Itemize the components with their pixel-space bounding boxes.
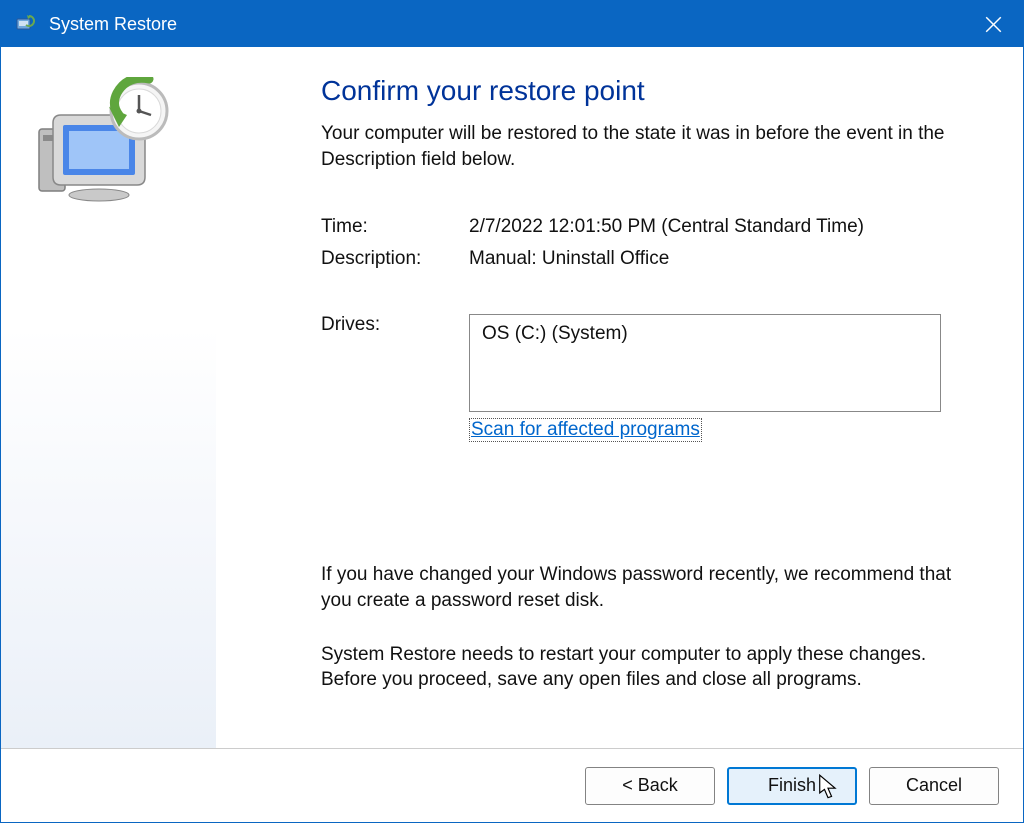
scan-affected-programs-link[interactable]: Scan for affected programs — [469, 418, 702, 442]
back-button[interactable]: < Back — [585, 767, 715, 805]
description-label: Description: — [321, 248, 469, 270]
scan-link-row: Scan for affected programs — [469, 418, 973, 442]
drive-item[interactable]: OS (C:) (System) — [482, 323, 928, 345]
close-button[interactable] — [963, 1, 1023, 47]
content-area: Confirm your restore point Your computer… — [1, 47, 1023, 748]
description-value: Manual: Uninstall Office — [469, 248, 973, 270]
drives-listbox[interactable]: OS (C:) (System) — [469, 314, 941, 412]
system-restore-graphic — [31, 77, 181, 207]
system-restore-icon — [13, 12, 37, 36]
cancel-button[interactable]: Cancel — [869, 767, 999, 805]
restart-note: System Restore needs to restart your com… — [321, 642, 973, 693]
time-value: 2/7/2022 12:01:50 PM (Central Standard T… — [469, 216, 973, 238]
main-panel: Confirm your restore point Your computer… — [216, 47, 1023, 748]
close-icon — [985, 16, 1002, 33]
description-row: Description: Manual: Uninstall Office — [321, 248, 973, 270]
drives-label: Drives: — [321, 314, 469, 412]
window-title: System Restore — [49, 14, 963, 35]
page-heading: Confirm your restore point — [321, 75, 973, 107]
side-panel — [1, 47, 216, 748]
system-restore-window: System Restore — [0, 0, 1024, 823]
password-note: If you have changed your Windows passwor… — [321, 562, 973, 613]
drives-row: Drives: OS (C:) (System) — [321, 314, 973, 412]
page-subheading: Your computer will be restored to the st… — [321, 121, 973, 172]
finish-button[interactable]: Finish — [727, 767, 857, 805]
button-bar: < Back Finish Cancel — [1, 748, 1023, 822]
time-row: Time: 2/7/2022 12:01:50 PM (Central Stan… — [321, 216, 973, 238]
titlebar: System Restore — [1, 1, 1023, 47]
time-label: Time: — [321, 216, 469, 238]
